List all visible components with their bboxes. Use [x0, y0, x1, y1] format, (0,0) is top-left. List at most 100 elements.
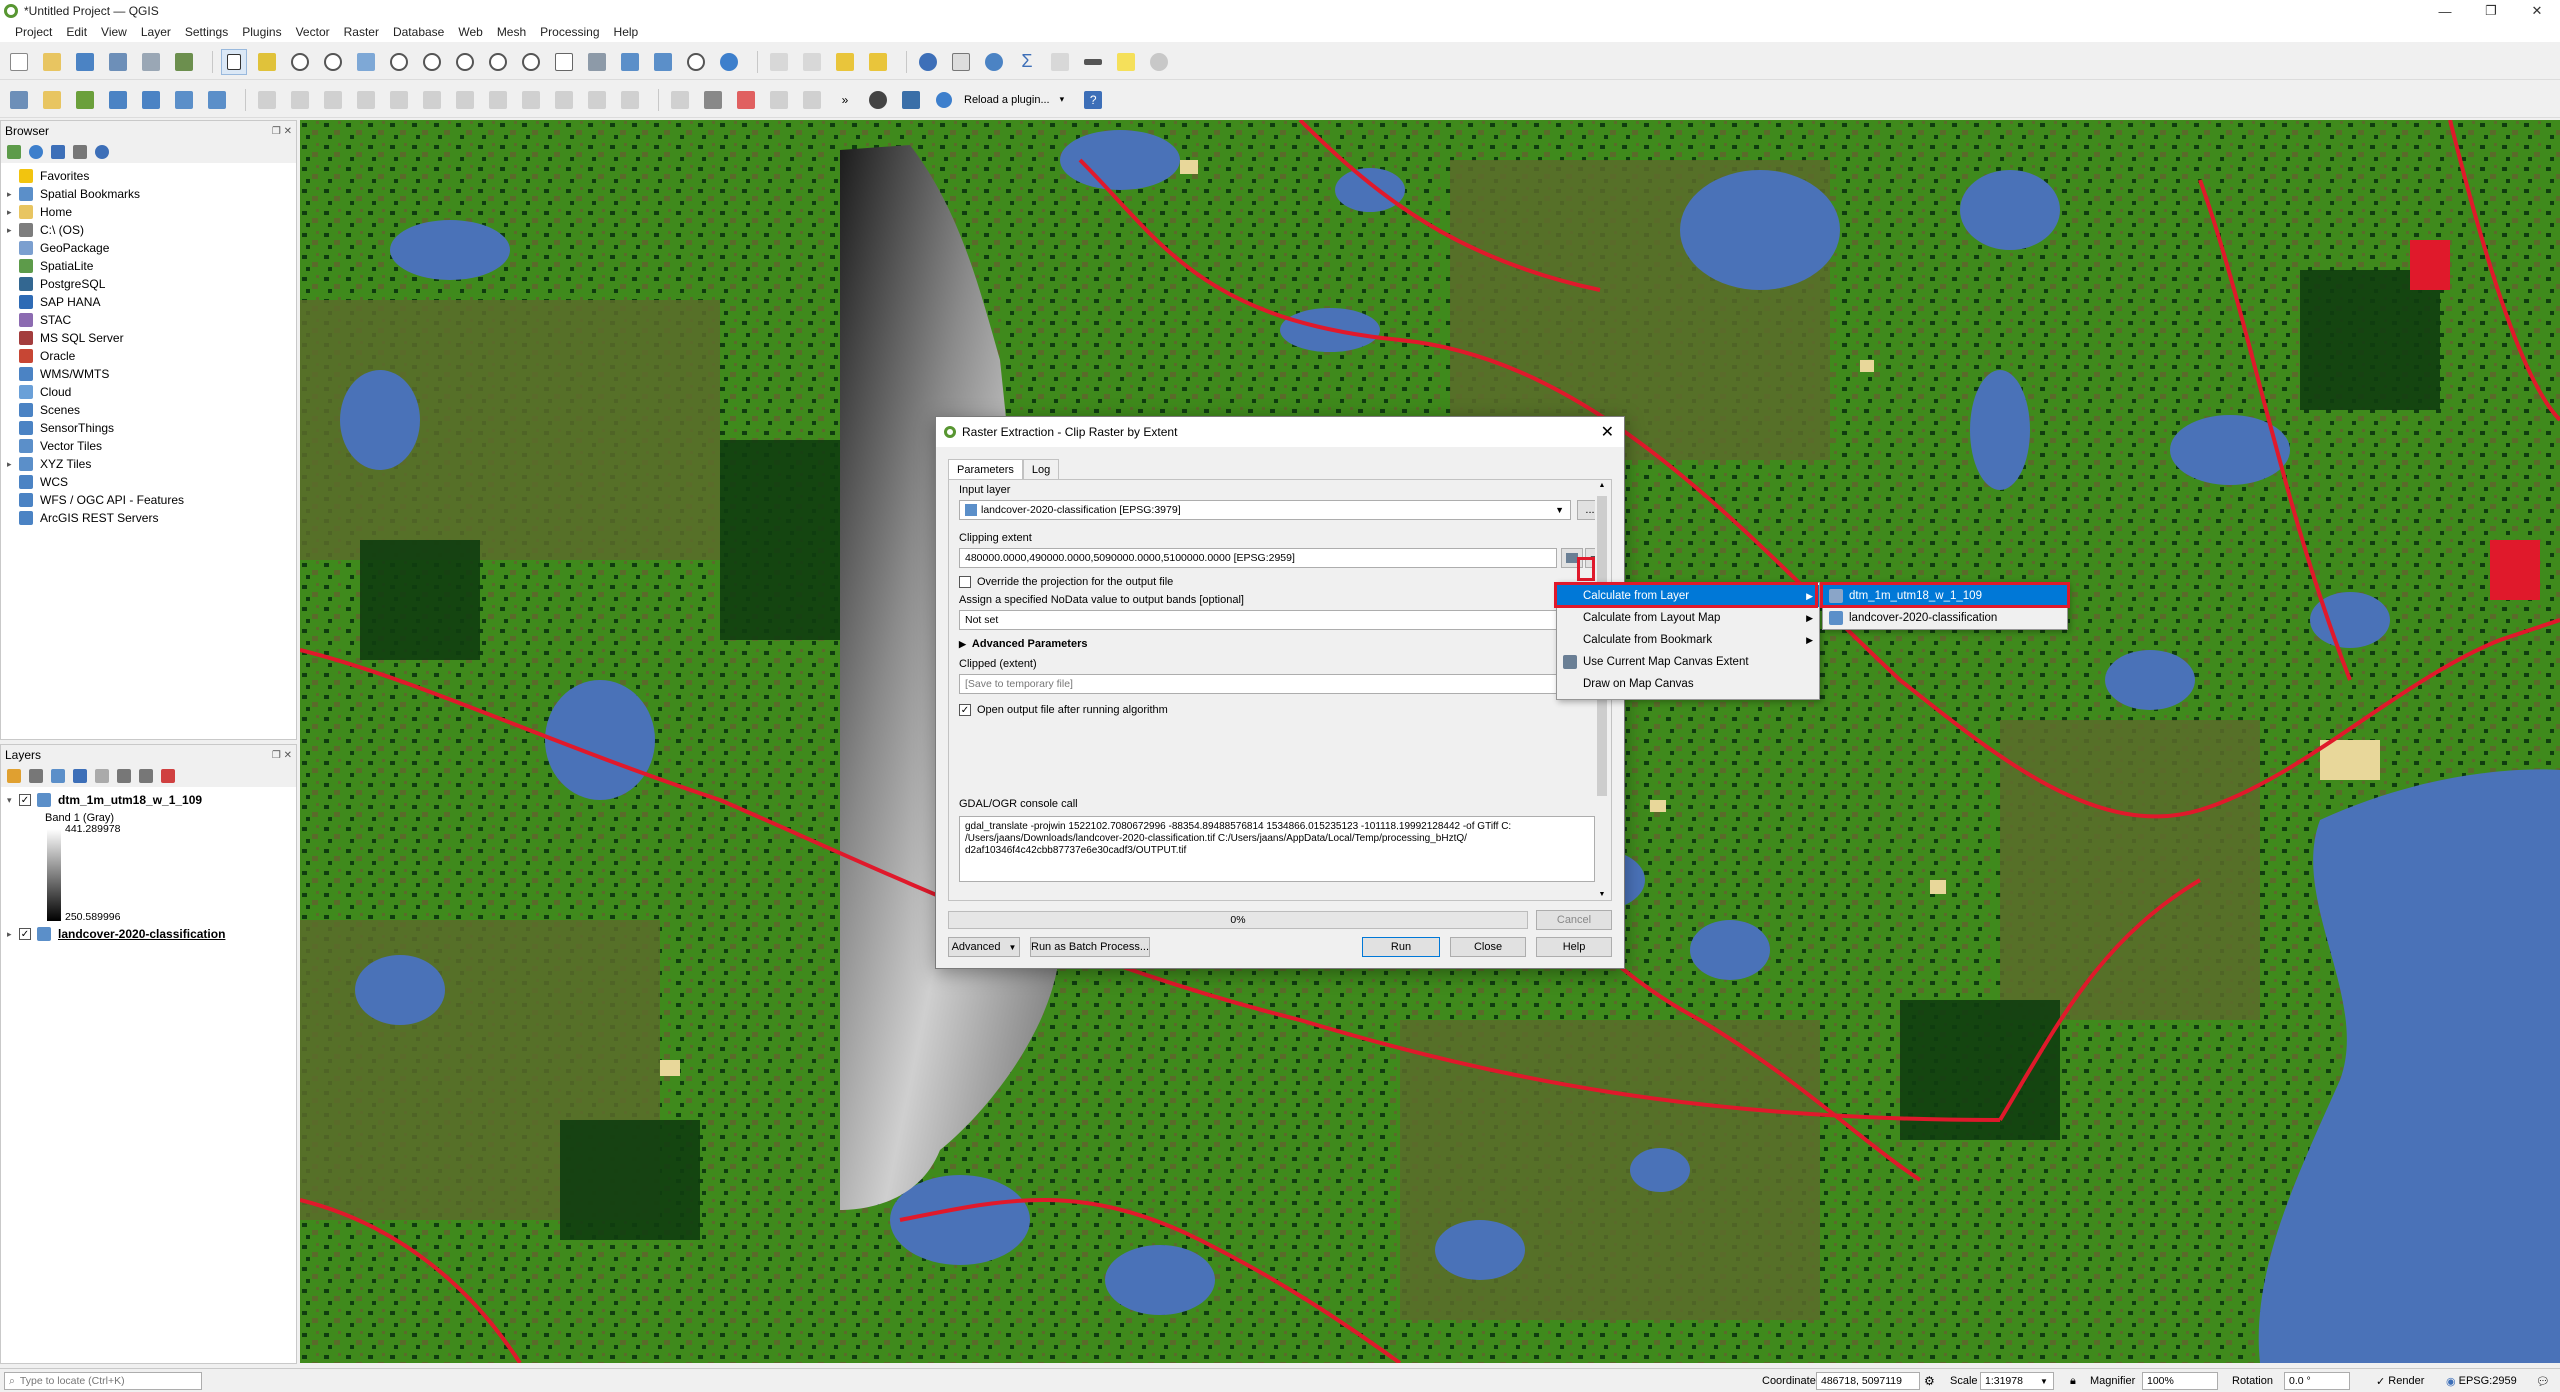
spatial-bookmark-icon[interactable] — [617, 49, 643, 75]
refresh-browser-icon[interactable] — [29, 145, 43, 159]
print-layout-icon[interactable] — [138, 49, 164, 75]
console-call-text[interactable]: gdal_translate -projwin 1522102.70806729… — [959, 816, 1595, 882]
copy-features-icon[interactable] — [518, 87, 544, 113]
input-layer-select[interactable]: landcover-2020-classification [EPSG:3979… — [959, 500, 1571, 520]
properties-icon[interactable] — [95, 145, 109, 159]
expand-arrow-icon[interactable]: ▸ — [7, 207, 19, 218]
browser-item-wcs[interactable]: WCS — [1, 473, 296, 491]
open-layer-styling-icon[interactable] — [7, 769, 21, 783]
new-3d-map-view-icon[interactable] — [584, 49, 610, 75]
menu-raster[interactable]: Raster — [337, 25, 386, 39]
browser-item-oracle[interactable]: Oracle — [1, 347, 296, 365]
menu-help[interactable]: Help — [607, 25, 646, 39]
menu-plugins[interactable]: Plugins — [235, 25, 288, 39]
abc-label-icon[interactable] — [733, 87, 759, 113]
menu-draw-on-canvas[interactable]: Draw on Map Canvas — [1557, 673, 1819, 695]
tab-log[interactable]: Log — [1022, 459, 1060, 479]
reload-plugin-label[interactable]: Reload a plugin... — [964, 94, 1050, 106]
menu-calculate-from-layout-map[interactable]: Calculate from Layout Map ▶ — [1557, 607, 1819, 629]
tab-parameters[interactable]: Parameters — [948, 459, 1023, 479]
add-mesh-layer-icon[interactable] — [138, 87, 164, 113]
menu-edit[interactable]: Edit — [59, 25, 94, 39]
panel-float-close-icon[interactable]: ❐ ✕ — [272, 126, 292, 137]
layer-dtm-checkbox[interactable]: ✓ — [19, 794, 31, 806]
menu-settings[interactable]: Settings — [178, 25, 235, 39]
clipped-output-input[interactable]: [Save to temporary file] — [959, 674, 1571, 694]
render-checkbox[interactable]: ✓ Render — [2376, 1373, 2424, 1389]
measure-line-icon[interactable] — [1080, 49, 1106, 75]
expand-arrow-icon[interactable]: ▸ — [7, 459, 19, 470]
browser-item-arcgis-rest-servers[interactable]: ArcGIS REST Servers — [1, 509, 296, 527]
browser-item-favorites[interactable]: Favorites — [1, 167, 296, 185]
select-features-icon[interactable] — [766, 49, 792, 75]
paste-features-icon[interactable] — [551, 87, 577, 113]
toggle-extents-icon[interactable]: ⚙ — [1924, 1373, 1935, 1389]
identify-icon[interactable] — [915, 49, 941, 75]
advanced-dropdown-button[interactable]: Advanced ▼ — [948, 937, 1020, 957]
help-button[interactable]: Help — [1536, 937, 1612, 957]
add-group-icon[interactable] — [29, 769, 43, 783]
filter-expression-icon[interactable] — [95, 769, 109, 783]
pan-icon[interactable] — [221, 48, 247, 75]
pin-label-icon[interactable] — [766, 87, 792, 113]
minimize-button[interactable]: — — [2422, 0, 2468, 22]
magnifier-input[interactable]: 100% — [2142, 1372, 2218, 1390]
override-projection-checkbox[interactable] — [959, 576, 971, 588]
menu-use-current-canvas-extent[interactable]: Use Current Map Canvas Extent — [1557, 651, 1819, 673]
more-tools-icon[interactable]: » — [832, 87, 858, 113]
browser-item-wms-wmts[interactable]: WMS/WMTS — [1, 365, 296, 383]
filter-legend-icon[interactable] — [73, 769, 87, 783]
advanced-parameters-toggle[interactable]: ▶ Advanced Parameters — [959, 638, 1087, 650]
browser-item-sap-hana[interactable]: SAP HANA — [1, 293, 296, 311]
digitize-icon[interactable] — [353, 87, 379, 113]
expand-arrow-icon[interactable]: ▸ — [7, 189, 19, 200]
cancel-button[interactable]: Cancel — [1536, 910, 1612, 930]
crs-button[interactable]: ◉ EPSG:2959 — [2446, 1373, 2517, 1389]
save-project-icon[interactable] — [72, 49, 98, 75]
style-manager-icon[interactable] — [171, 49, 197, 75]
layer-landcover-checkbox[interactable]: ✓ — [19, 928, 31, 940]
clipping-extent-input[interactable]: 480000.0000,490000.0000,5090000.0000,510… — [959, 548, 1557, 568]
browser-item-postgresql[interactable]: PostgreSQL — [1, 275, 296, 293]
browser-item-cloud[interactable]: Cloud — [1, 383, 296, 401]
browser-item-spatialite[interactable]: SpatiaLite — [1, 257, 296, 275]
redo-icon[interactable] — [617, 87, 643, 113]
add-virtual-layer-icon[interactable] — [204, 87, 230, 113]
messages-icon[interactable]: 💬︎ — [2536, 1373, 2550, 1389]
menu-mesh[interactable]: Mesh — [490, 25, 533, 39]
zoom-to-layer-icon[interactable] — [419, 49, 445, 75]
reload-dropdown-icon[interactable]: ▾ — [1060, 94, 1065, 105]
scroll-down-icon[interactable]: ▼ — [1595, 891, 1609, 898]
locator-search-input[interactable]: ⌕ Type to locate (Ctrl+K) — [4, 1372, 202, 1390]
toolbox-gear-icon[interactable] — [981, 49, 1007, 75]
plugin-manager-icon[interactable] — [865, 87, 891, 113]
modify-attributes-icon[interactable] — [419, 87, 445, 113]
submenu-landcover-layer[interactable]: landcover-2020-classification — [1823, 607, 2067, 629]
help-icon[interactable]: ? — [1080, 87, 1106, 113]
manage-map-themes-icon[interactable] — [51, 769, 65, 783]
override-projection-row[interactable]: Override the projection for the output f… — [959, 576, 1173, 588]
pan-to-selection-icon[interactable] — [254, 49, 280, 75]
open-output-row[interactable]: ✓ Open output file after running algorit… — [959, 704, 1168, 716]
filter-browser-icon[interactable] — [51, 145, 65, 159]
browser-item-ms-sql-server[interactable]: MS SQL Server — [1, 329, 296, 347]
label-icon[interactable] — [667, 87, 693, 113]
add-selected-icon[interactable] — [7, 145, 21, 159]
new-geopackage-icon[interactable] — [39, 87, 65, 113]
expand-all-icon[interactable] — [117, 769, 131, 783]
add-delimited-text-icon[interactable] — [171, 87, 197, 113]
select-by-value-icon[interactable] — [799, 49, 825, 75]
map-tips-icon[interactable] — [1113, 49, 1139, 75]
statistics-sigma-icon[interactable]: Σ — [1014, 49, 1040, 75]
lock-scale-icon[interactable]: 🔒︎ — [2070, 1373, 2076, 1389]
browser-item-c-os[interactable]: ▸ C:\ (OS) — [1, 221, 296, 239]
new-map-view-icon[interactable] — [551, 49, 577, 75]
close-button[interactable]: Close — [1450, 937, 1526, 957]
save-edits-icon[interactable] — [320, 87, 346, 113]
menu-vector[interactable]: Vector — [289, 25, 337, 39]
menu-calculate-from-bookmark[interactable]: Calculate from Bookmark ▶ — [1557, 629, 1819, 651]
nodata-input[interactable]: Not set — [959, 610, 1579, 630]
browser-item-sensorthings[interactable]: SensorThings — [1, 419, 296, 437]
label-toolbar-icon[interactable] — [700, 87, 726, 113]
collapse-all-icon[interactable] — [73, 145, 87, 159]
